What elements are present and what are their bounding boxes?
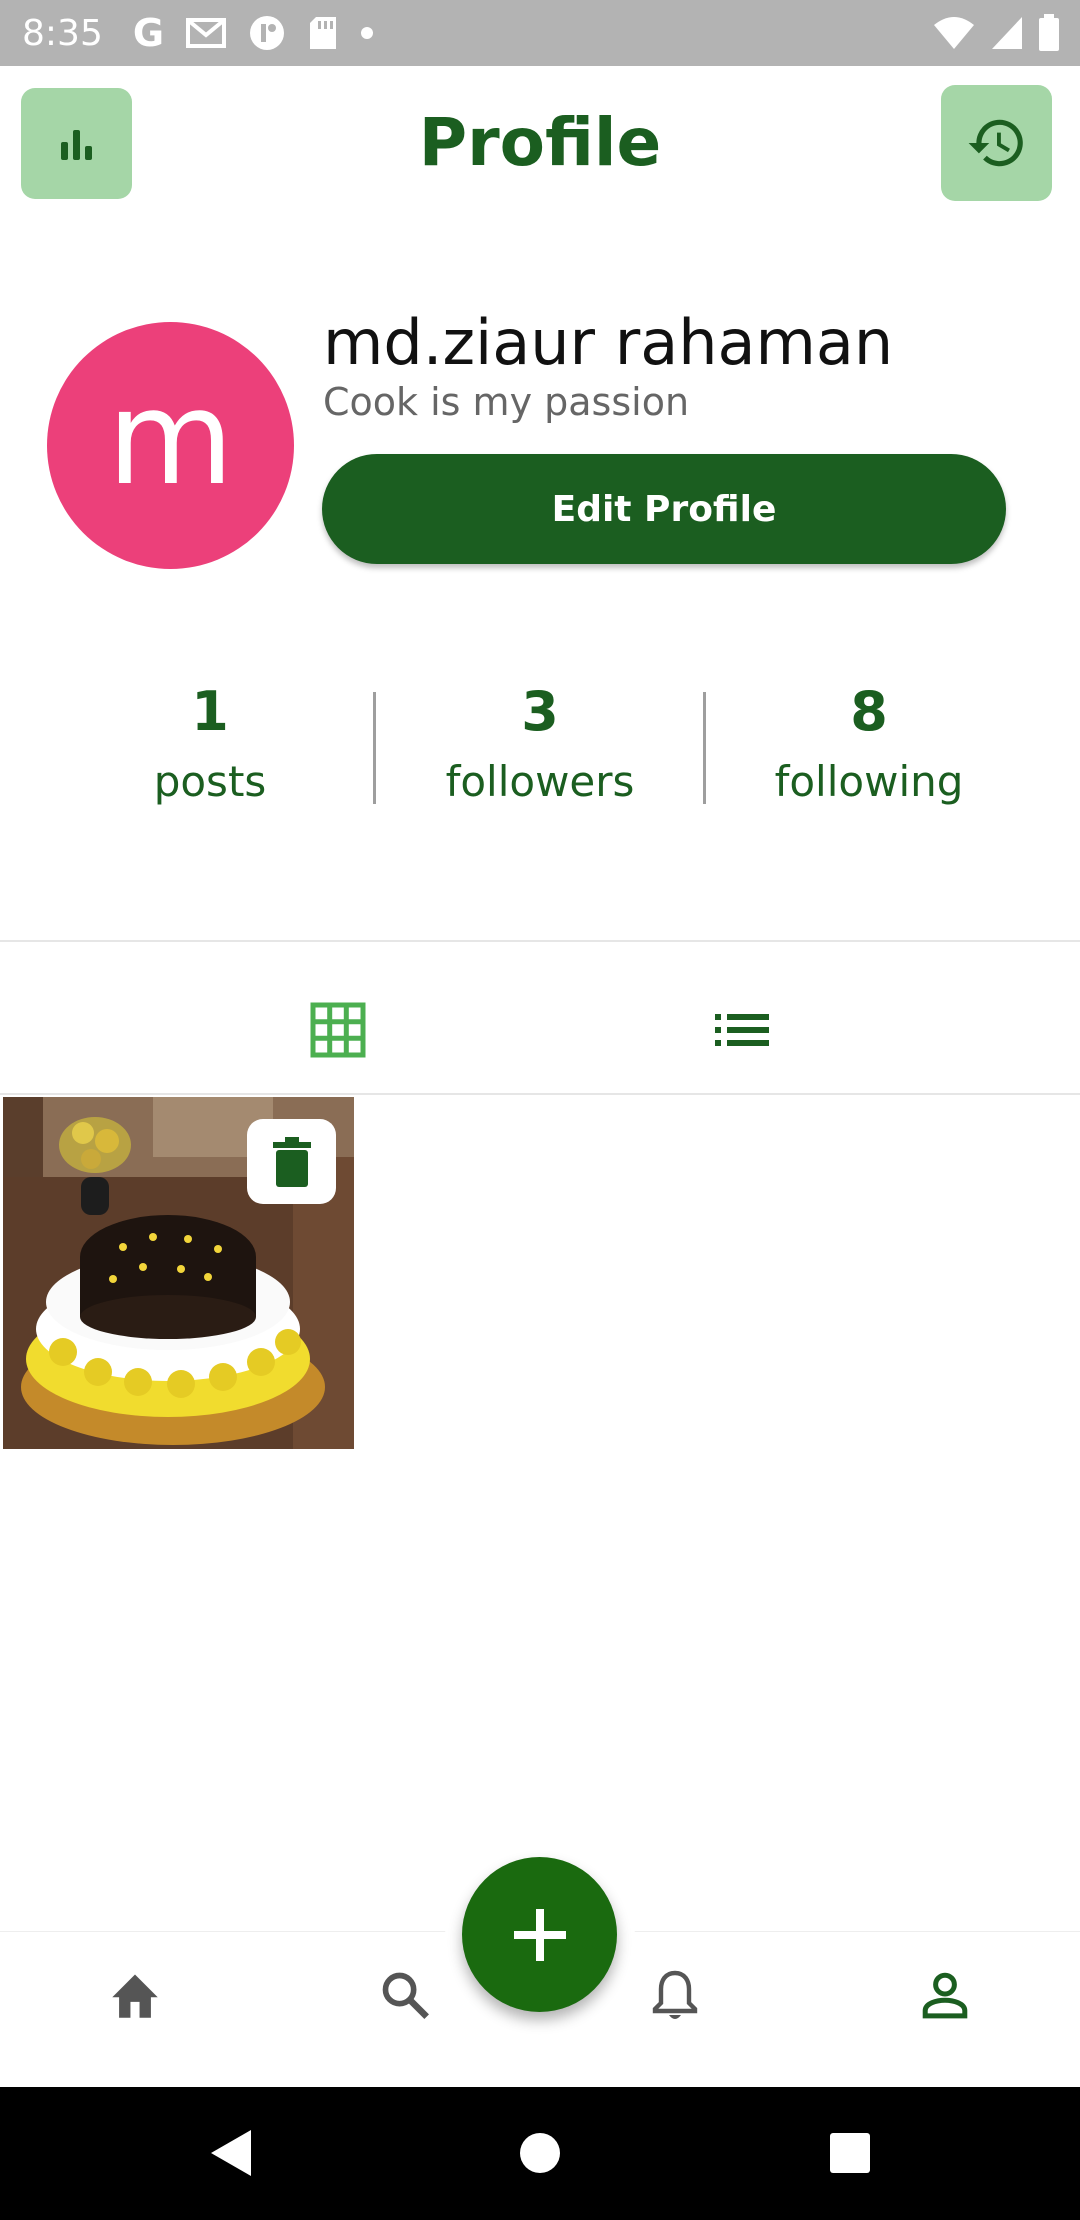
google-icon: G bbox=[132, 11, 165, 55]
add-post-button[interactable] bbox=[462, 1857, 617, 2012]
back-triangle-icon bbox=[211, 2130, 251, 2176]
stat-posts-value: 1 bbox=[191, 680, 229, 743]
tabs-divider bbox=[0, 1093, 1080, 1095]
battery-icon bbox=[1039, 14, 1059, 51]
grid-icon bbox=[310, 1002, 366, 1058]
nav-notifications[interactable] bbox=[640, 1960, 710, 2030]
avatar-letter: m bbox=[107, 361, 234, 514]
stat-followers-value: 3 bbox=[521, 680, 559, 743]
stat-followers-label: followers bbox=[445, 757, 635, 806]
list-icon bbox=[715, 1014, 769, 1046]
notification-icons: G bbox=[133, 11, 374, 55]
signal-icon bbox=[992, 17, 1022, 49]
dot-icon bbox=[361, 27, 374, 39]
recents-square-icon bbox=[830, 2133, 870, 2173]
system-status-icons bbox=[932, 0, 1060, 66]
nav-profile[interactable] bbox=[910, 1960, 980, 2030]
section-divider bbox=[0, 940, 1080, 942]
history-button[interactable] bbox=[941, 85, 1052, 201]
app-notification-icon bbox=[250, 16, 285, 50]
stat-following-label: following bbox=[774, 757, 964, 806]
avatar[interactable]: m bbox=[47, 322, 294, 569]
system-home-button[interactable] bbox=[510, 2123, 570, 2183]
home-circle-icon bbox=[520, 2133, 560, 2173]
user-name: md.ziaur rahaman bbox=[323, 306, 894, 379]
edit-profile-button[interactable]: Edit Profile bbox=[322, 454, 1006, 564]
system-back-button[interactable] bbox=[200, 2123, 260, 2183]
user-bio: Cook is my passion bbox=[323, 380, 690, 424]
page-title: Profile bbox=[418, 104, 662, 181]
home-icon bbox=[112, 1974, 158, 2018]
stat-following[interactable]: 8 following bbox=[704, 680, 1034, 806]
history-icon bbox=[968, 119, 1023, 167]
person-icon bbox=[922, 1972, 968, 2019]
gmail-icon bbox=[186, 18, 227, 48]
system-recents-button[interactable] bbox=[820, 2123, 880, 2183]
tab-grid[interactable] bbox=[298, 990, 378, 1070]
stat-following-value: 8 bbox=[850, 680, 888, 743]
wifi-icon bbox=[934, 17, 974, 49]
stat-followers[interactable]: 3 followers bbox=[375, 680, 705, 806]
search-icon bbox=[382, 1972, 429, 2019]
stat-posts-label: posts bbox=[153, 757, 267, 806]
stat-posts[interactable]: 1 posts bbox=[45, 680, 375, 806]
nav-search[interactable] bbox=[370, 1960, 440, 2030]
add-icon bbox=[513, 1908, 566, 1961]
status-bar: 8:35 G bbox=[0, 0, 1080, 66]
nav-home[interactable] bbox=[100, 1960, 170, 2030]
sd-card-icon bbox=[310, 17, 337, 49]
delete-post-button[interactable] bbox=[247, 1119, 336, 1204]
status-time: 8:35 bbox=[22, 12, 103, 54]
profile-screen: 8:35 G Profile m md.ziaur rahaman Cook i… bbox=[0, 0, 1080, 2220]
tab-list[interactable] bbox=[702, 990, 782, 1070]
trash-icon bbox=[272, 1136, 311, 1187]
bell-icon bbox=[652, 1970, 698, 2019]
